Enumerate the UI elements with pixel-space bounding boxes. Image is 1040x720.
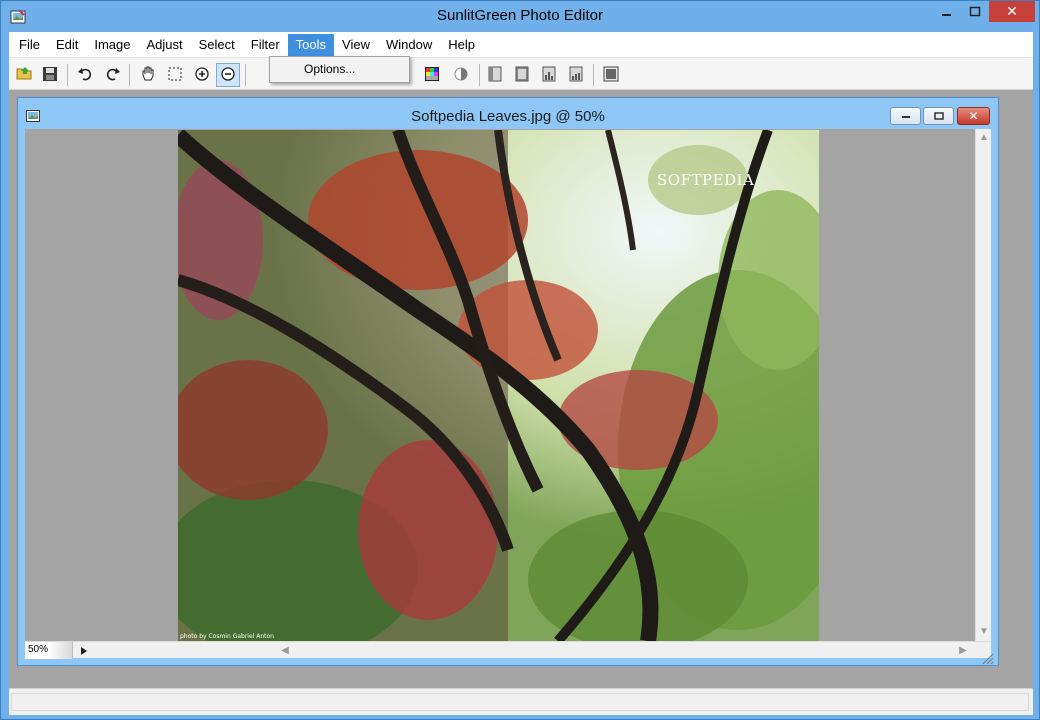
toolbar-separator (593, 64, 594, 86)
open-folder-icon (16, 66, 34, 85)
menu-adjust[interactable]: Adjust (139, 34, 191, 56)
frame-full-button[interactable] (510, 63, 534, 87)
scroll-up-icon[interactable]: ▲ (976, 129, 992, 145)
menu-view[interactable]: View (334, 34, 378, 56)
toolbar-separator (245, 64, 246, 86)
menu-filter[interactable]: Filter (243, 34, 288, 56)
window-maximize-button[interactable] (961, 1, 988, 22)
window-minimize-button[interactable] (933, 1, 960, 22)
resize-grip-icon[interactable] (980, 651, 994, 665)
scroll-down-icon[interactable]: ▼ (976, 623, 992, 639)
menu-image[interactable]: Image (86, 34, 138, 56)
close-icon: ✕ (1006, 3, 1018, 19)
chevron-right-icon (81, 646, 87, 655)
redo-icon (105, 66, 121, 85)
hand-pan-icon (140, 66, 156, 85)
document-close-button[interactable]: ✕ (957, 107, 990, 125)
zoom-out-button[interactable] (216, 63, 240, 87)
undo-icon (77, 66, 93, 85)
app-window: SunlitGreen Photo Editor ✕ File Edit Ima… (0, 0, 1040, 720)
rect-select-icon (167, 66, 183, 85)
menu-bar: File Edit Image Adjust Select Filter Too… (9, 32, 1033, 57)
softpedia-watermark: SOFTPEDIA (657, 171, 755, 189)
document-maximize-button[interactable] (923, 107, 954, 125)
menu-file[interactable]: File (11, 34, 48, 56)
histogram-button[interactable] (537, 63, 561, 87)
photo-canvas[interactable]: SOFTPEDIA photo by Cosmin Gabriel Anton (178, 130, 819, 641)
app-title: SunlitGreen Photo Editor (437, 7, 603, 24)
undo-button[interactable] (73, 63, 97, 87)
photo-credit: photo by Cosmin Gabriel Anton (180, 633, 274, 640)
histogram-icon (541, 66, 557, 85)
scroll-left-icon[interactable]: ◀ (277, 642, 293, 659)
zoom-in-button[interactable] (190, 63, 214, 87)
open-button[interactable] (13, 63, 37, 87)
document-minimize-button[interactable] (890, 107, 921, 125)
histogram-alt-button[interactable] (564, 63, 588, 87)
workspace: Softpedia Leaves.jpg @ 50% ✕ SOFTPEDIA p… (9, 90, 1033, 688)
save-icon (42, 66, 58, 85)
fit-window-button[interactable] (599, 63, 623, 87)
frame-left-button[interactable] (483, 63, 507, 87)
vertical-scrollbar[interactable]: ▲ ▼ (975, 129, 991, 641)
zoom-out-icon (220, 66, 236, 85)
save-button[interactable] (38, 63, 62, 87)
menu-help[interactable]: Help (440, 34, 483, 56)
zoom-arrow-button[interactable] (77, 642, 91, 659)
rect-select-button[interactable] (163, 63, 187, 87)
menu-edit[interactable]: Edit (48, 34, 86, 56)
color-grid-icon (424, 66, 440, 85)
window-close-button[interactable]: ✕ (989, 1, 1035, 22)
document-window: Softpedia Leaves.jpg @ 50% ✕ SOFTPEDIA p… (17, 97, 999, 666)
pan-button[interactable] (136, 63, 160, 87)
fit-window-icon (603, 66, 619, 85)
options-menu-item[interactable]: Options... (304, 62, 355, 76)
contrast-button[interactable] (449, 63, 473, 87)
color-grid-button[interactable] (420, 63, 444, 87)
histogram-alt-icon (568, 66, 584, 85)
contrast-icon (453, 66, 469, 85)
frame-left-icon (487, 66, 503, 85)
frame-full-icon (514, 66, 530, 85)
menu-select[interactable]: Select (191, 34, 243, 56)
toolbar-separator (129, 64, 130, 86)
close-icon: ✕ (968, 109, 979, 123)
canvas-area[interactable]: SOFTPEDIA photo by Cosmin Gabriel Anton (25, 129, 975, 641)
document-title-bar[interactable]: Softpedia Leaves.jpg @ 50% ✕ (18, 98, 998, 128)
horizontal-scrollbar[interactable]: 50% ◀ ▶ (25, 641, 991, 659)
zoom-level: 50% (25, 642, 73, 659)
document-title: Softpedia Leaves.jpg @ 50% (411, 108, 605, 125)
redo-button[interactable] (101, 63, 125, 87)
toolbar-separator (67, 64, 68, 86)
tools-menu-dropdown: Options... (269, 56, 410, 83)
toolbar-separator (479, 64, 480, 86)
menu-window[interactable]: Window (378, 34, 440, 56)
menu-tools[interactable]: Tools (287, 33, 335, 56)
leaves-photo (178, 130, 819, 641)
status-bar (9, 688, 1033, 715)
zoom-in-icon (194, 66, 210, 85)
status-pane (11, 693, 1029, 711)
scroll-right-icon[interactable]: ▶ (955, 642, 971, 659)
title-bar[interactable]: SunlitGreen Photo Editor ✕ (1, 1, 1039, 32)
toolbar (9, 57, 1033, 90)
